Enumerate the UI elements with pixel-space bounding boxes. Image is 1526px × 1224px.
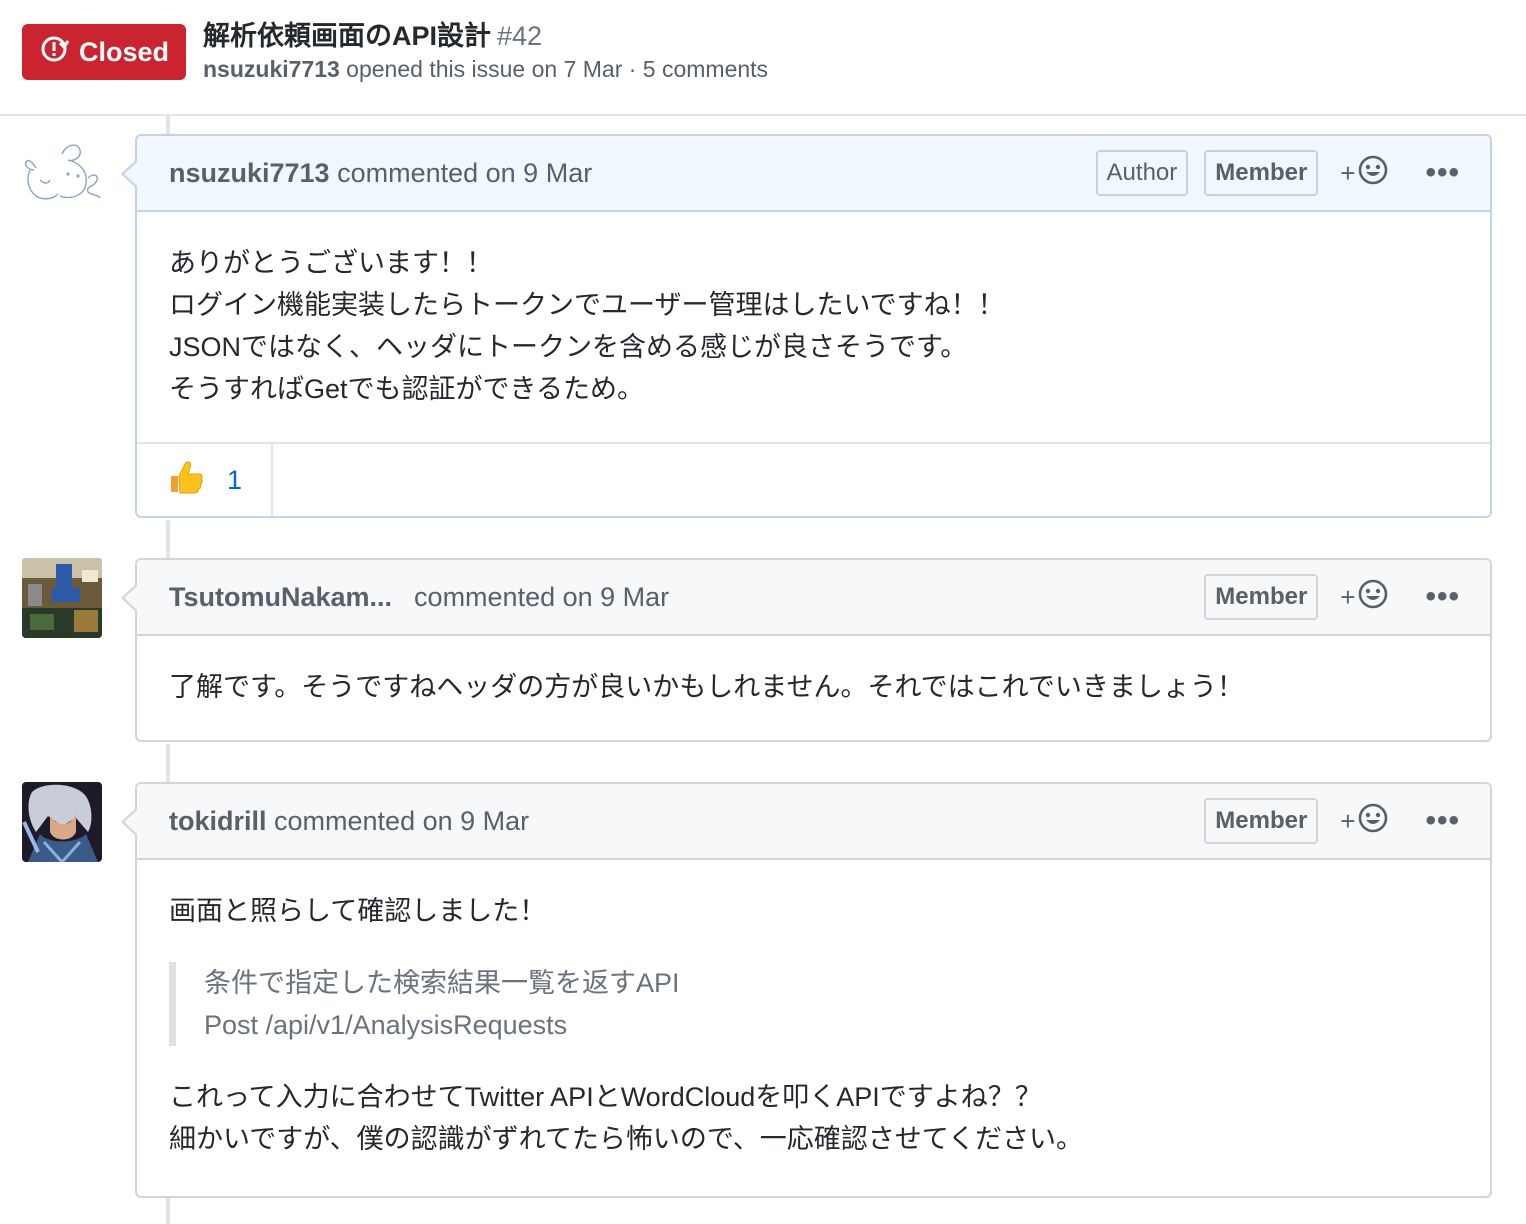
quote-line: 条件で指定した検索結果一覧を返すAPI	[204, 968, 680, 998]
comment-author-link[interactable]: nsuzuki7713	[169, 158, 330, 189]
comment-timestamp[interactable]: commented on 9 Mar	[330, 158, 592, 189]
timeline-connector	[166, 520, 170, 558]
smiley-icon	[1355, 578, 1389, 617]
member-label: Member	[1204, 798, 1319, 844]
smiley-icon	[1355, 154, 1389, 193]
comment-text-line: 画面と照らして確認しました！	[169, 896, 547, 926]
comment-header-actions: Author Member + •••	[1095, 136, 1460, 210]
timeline-connector	[166, 116, 170, 136]
comment-header-actions: Member + •••	[1204, 560, 1460, 634]
issue-header: Closed 解析依頼画面のAPI設計 #42 nsuzuki7713 opene…	[0, 0, 1526, 116]
comment-arrow	[121, 160, 137, 188]
add-reaction-button[interactable]: +	[1340, 802, 1389, 841]
reaction-count: 1	[227, 464, 243, 495]
thumbs-up-reaction[interactable]: 1	[137, 444, 273, 516]
comment-header: TsutomuNakam... commented on 9 Mar Membe…	[137, 560, 1490, 636]
comment-options-button[interactable]: •••	[1425, 806, 1460, 836]
comment-card: nsuzuki7713 commented on 9 Mar Author Me…	[121, 134, 1492, 518]
comment-text-line: これって入力に合わせてTwitter APIとWordCloudを叩くAPIです…	[169, 1082, 1042, 1112]
issue-title-text: 解析依頼画面のAPI設計	[203, 21, 492, 51]
comment-timestamp[interactable]: commented on 9 Mar	[267, 806, 529, 837]
comment-author-link[interactable]: tokidrill	[169, 806, 267, 837]
comment-body: 了解です。そうですねヘッダの方が良いかもしれません。それではこれでいきましょう！	[137, 636, 1490, 708]
thumbs-up-icon	[167, 458, 205, 503]
issue-state-label: Closed	[78, 36, 170, 67]
comment-header: nsuzuki7713 commented on 9 Mar Author Me…	[137, 136, 1490, 212]
member-label: Member	[1204, 150, 1319, 196]
issue-state-badge: Closed	[22, 24, 186, 80]
comment-arrow	[121, 584, 137, 612]
add-reaction-plus: +	[1340, 581, 1356, 612]
comment-body: 画面と照らして確認しました！ 条件で指定した検索結果一覧を返すAPI Post …	[137, 860, 1490, 1160]
add-reaction-button[interactable]: +	[1340, 578, 1389, 617]
avatar-tsutomunakam[interactable]	[22, 558, 102, 638]
comment-arrow	[121, 808, 137, 836]
issue-meta-text: opened this issue on 7 Mar · 5 comments	[339, 56, 769, 82]
issue-title: 解析依頼画面のAPI設計 #42	[203, 14, 542, 53]
comment-options-button[interactable]: •••	[1425, 582, 1460, 612]
issue-closed-icon	[39, 34, 70, 71]
comment-options-button[interactable]: •••	[1425, 158, 1460, 188]
comment-card: tokidrill commented on 9 Mar Member + ••…	[121, 782, 1492, 1198]
comment-text-line: ありがとうございます！！	[169, 248, 493, 278]
member-label: Member	[1204, 574, 1319, 620]
add-reaction-plus: +	[1340, 805, 1356, 836]
comment-text-line: そうすればGetでも認証ができるため。	[169, 374, 644, 404]
quote-line: Post /api/v1/AnalysisRequests	[204, 1010, 568, 1040]
comment-header-actions: Member + •••	[1204, 784, 1460, 858]
author-label: Author	[1095, 150, 1189, 196]
avatar-nsuzuki7713[interactable]	[22, 140, 102, 220]
issue-author-link[interactable]: nsuzuki7713	[203, 56, 340, 82]
comment-author-link[interactable]: TsutomuNakam...	[169, 582, 392, 613]
blockquote: 条件で指定した検索結果一覧を返すAPI Post /api/v1/Analysi…	[169, 962, 1458, 1046]
add-reaction-button[interactable]: +	[1340, 154, 1389, 193]
issue-meta: nsuzuki7713 opened this issue on 7 Mar ·…	[203, 56, 768, 83]
comment-text-line: 了解です。そうですねヘッダの方が良いかもしれません。それではこれでいきましょう！	[169, 672, 1244, 702]
comment-timestamp[interactable]: commented on 9 Mar	[414, 582, 669, 613]
issue-number: #42	[497, 21, 543, 51]
add-reaction-plus: +	[1340, 157, 1356, 188]
comment-header: tokidrill commented on 9 Mar Member + ••…	[137, 784, 1490, 860]
comment-reactions: 1	[137, 442, 1490, 516]
smiley-icon	[1355, 802, 1389, 841]
comment-text-line: JSONではなく、ヘッダにトークンを含める感じが良さそうです。	[169, 332, 968, 362]
timeline-connector	[166, 1198, 170, 1224]
comment-text-line: ログイン機能実装したらトークンでユーザー管理はしたいですね！！	[169, 290, 1005, 320]
timeline-connector	[166, 744, 170, 782]
avatar-tokidrill[interactable]	[22, 782, 102, 862]
comment-card: TsutomuNakam... commented on 9 Mar Membe…	[121, 558, 1492, 742]
comment-text-line: 細かいですが、僕の認識がずれてたら怖いので、一応確認させてください。	[169, 1124, 1083, 1154]
comment-body: ありがとうございます！！ ログイン機能実装したらトークンでユーザー管理はしたいで…	[137, 212, 1490, 410]
